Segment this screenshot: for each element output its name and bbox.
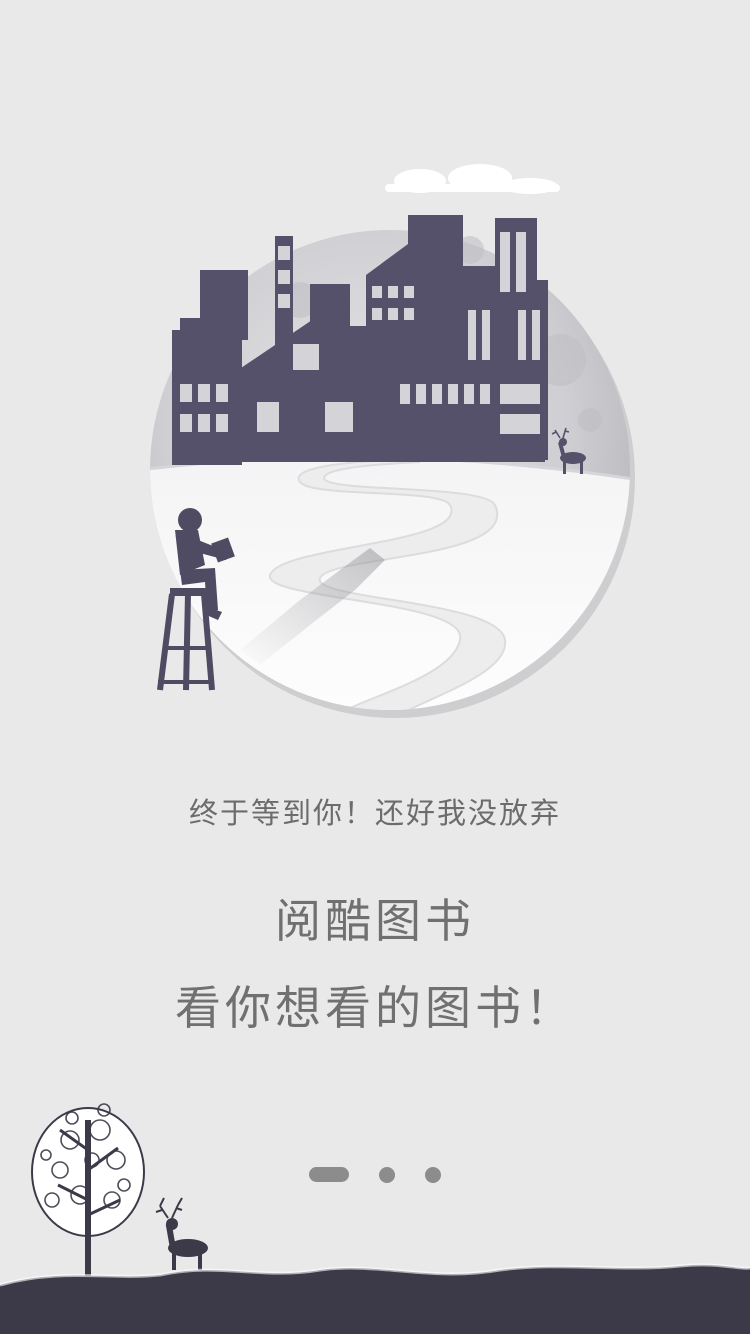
- deer-illustration: [155, 1197, 208, 1270]
- bottom-scenery: [0, 1103, 750, 1334]
- hero-illustration: [150, 164, 635, 718]
- onboarding-subtitle: 终于等到你！还好我没放弃: [188, 796, 561, 830]
- stool: [157, 588, 215, 691]
- onboarding-title-app-name: 阅酷图书: [275, 894, 475, 948]
- cloud: [385, 164, 560, 194]
- tree-illustration: [31, 1103, 145, 1285]
- onboarding-title-slogan: 看你想看的图书！: [175, 981, 575, 1035]
